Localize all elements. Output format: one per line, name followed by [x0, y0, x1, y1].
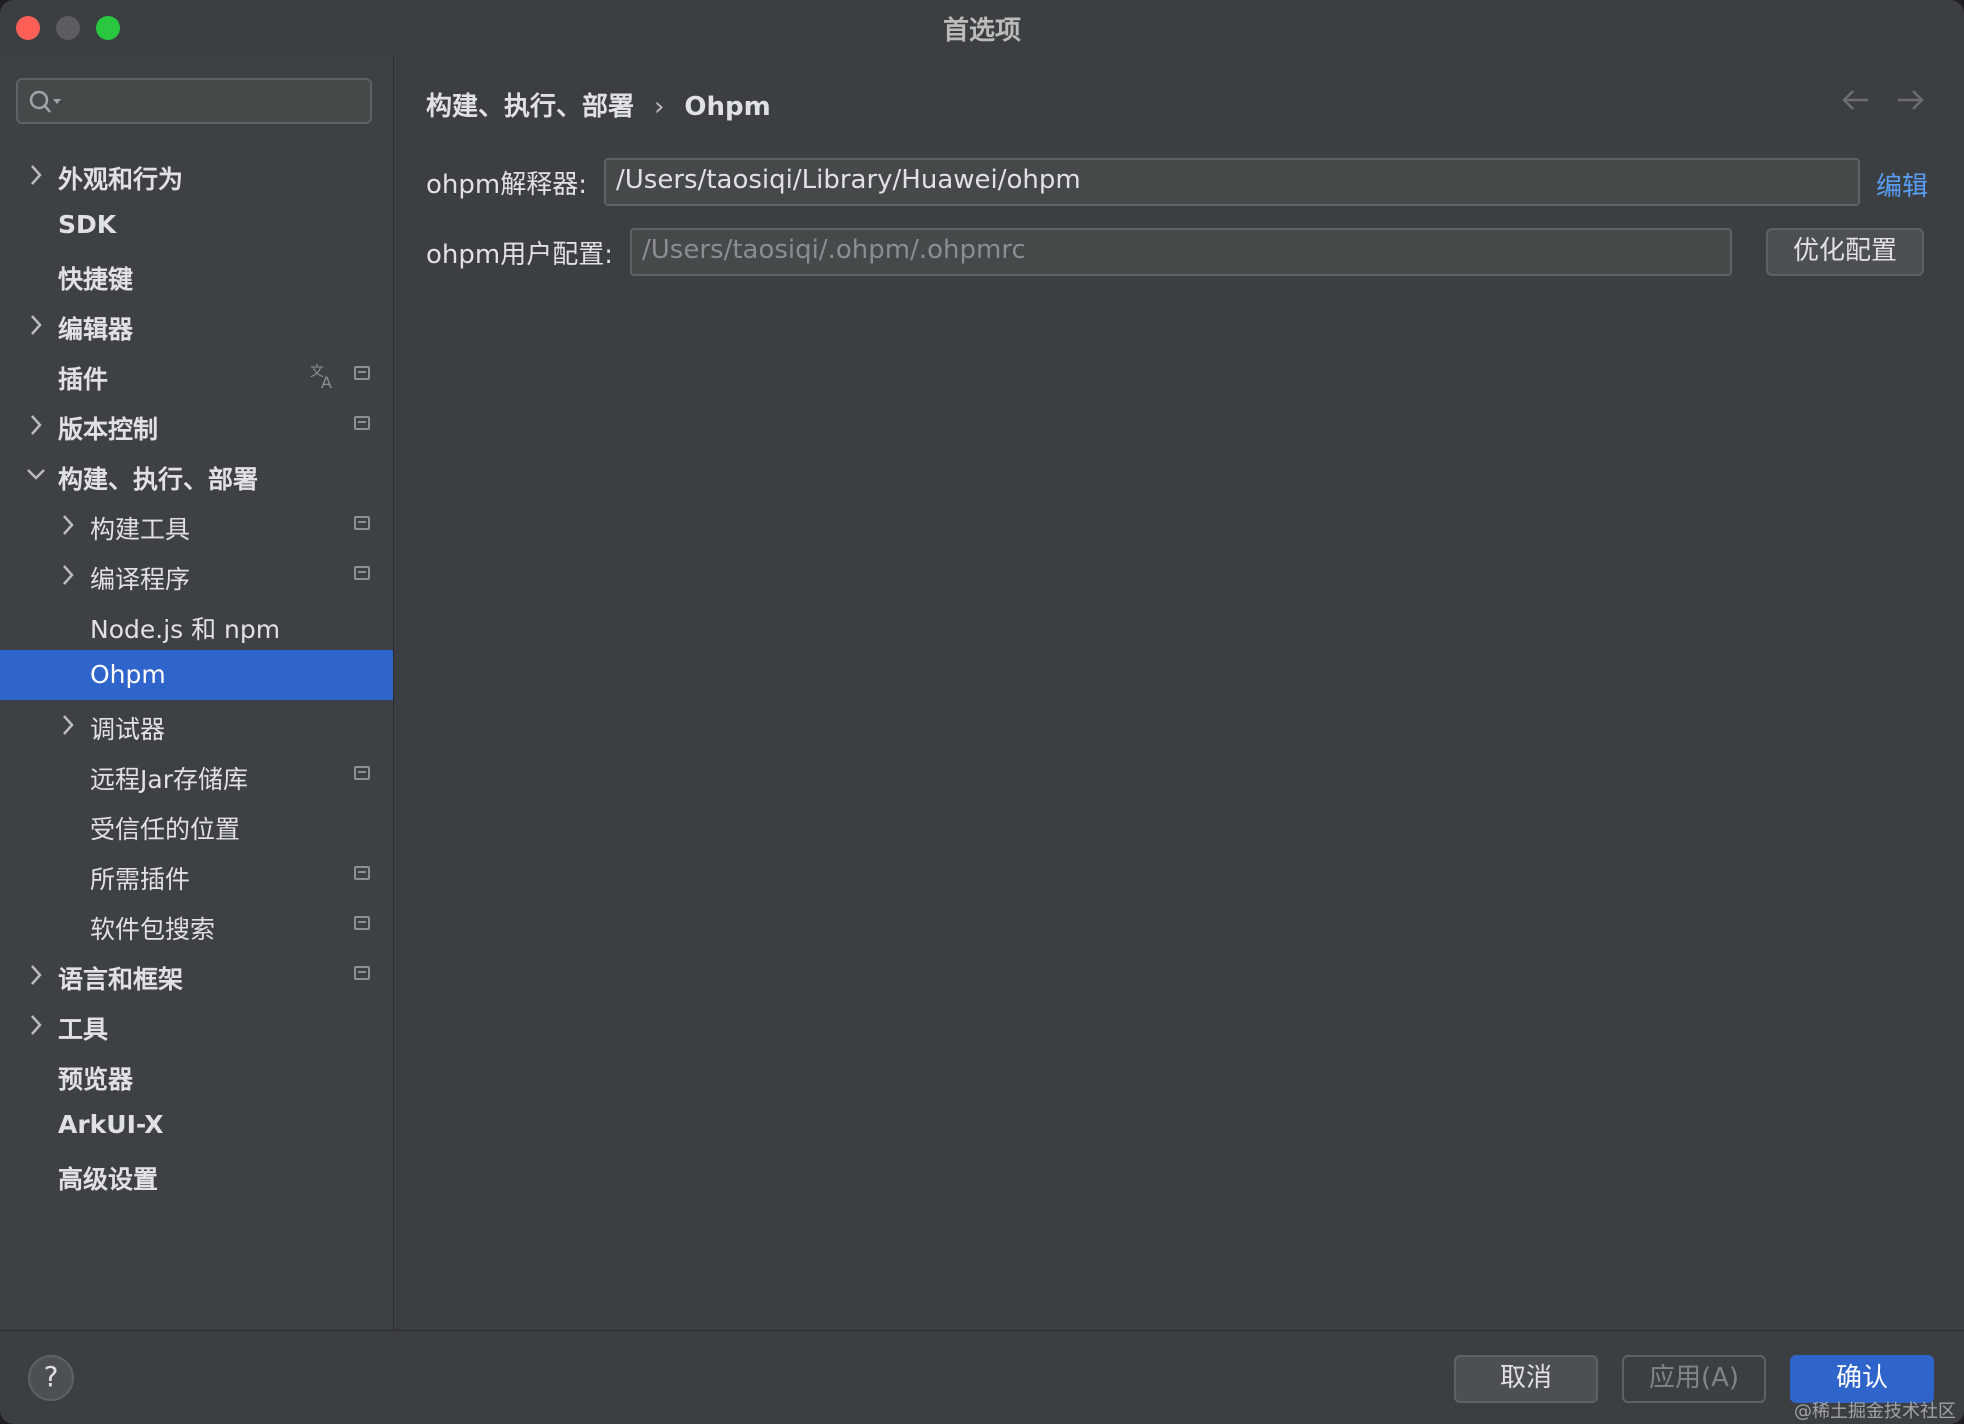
sidebar-item[interactable]: 语言和框架: [0, 950, 393, 1000]
settings-search-input[interactable]: [16, 78, 372, 124]
edit-interpreter-link[interactable]: 编辑: [1876, 166, 1928, 203]
sidebar-item-label: 受信任的位置: [90, 815, 241, 844]
sidebar-item[interactable]: 调试器: [0, 700, 393, 750]
chevron-down-icon[interactable]: [24, 461, 48, 489]
breadcrumb-current: Ohpm: [684, 92, 771, 122]
window-title: 首选项: [942, 16, 1021, 46]
ohpm-user-config-field[interactable]: /Users/taosiqi/.ohpm/.ohpmrc: [630, 228, 1732, 276]
ohpm-interpreter-field[interactable]: /Users/taosiqi/Library/Huawei/ohpm: [604, 158, 1860, 206]
sidebar-item[interactable]: 编辑器: [0, 300, 393, 350]
project-level-icon: [354, 766, 370, 780]
chevron-right-icon[interactable]: [24, 161, 48, 189]
sidebar-item[interactable]: 所需插件: [0, 850, 393, 900]
breadcrumb: 构建、执行、部署 › Ohpm: [426, 86, 771, 123]
sidebar-item-label: SDK: [58, 210, 117, 239]
chevron-right-icon[interactable]: [56, 511, 80, 539]
sidebar-item-label: 快捷键: [58, 265, 134, 294]
sidebar-item[interactable]: 编译程序: [0, 550, 393, 600]
sidebar-item[interactable]: 构建工具: [0, 500, 393, 550]
chevron-right-icon[interactable]: [24, 1011, 48, 1039]
sidebar-item[interactable]: 远程Jar存储库: [0, 750, 393, 800]
translate-icon: 文A: [310, 364, 332, 390]
sidebar-item-label: 远程Jar存储库: [90, 765, 248, 794]
sidebar-item[interactable]: 版本控制: [0, 400, 393, 450]
project-level-icon: [354, 516, 370, 530]
back-arrow-icon[interactable]: [1840, 86, 1872, 114]
sidebar-item-label: Ohpm: [90, 660, 166, 689]
sidebar-item[interactable]: 工具: [0, 1000, 393, 1050]
sidebar-item-label: Node.js 和 npm: [90, 615, 281, 644]
watermark: @稀土掘金技术社区: [1794, 1401, 1956, 1422]
project-level-icon: [354, 416, 370, 430]
dialog-footer: ? 取消 应用(A) 确认 @稀土掘金技术社区: [0, 1330, 1964, 1424]
title-bar: 首选项: [0, 0, 1964, 56]
sidebar-item-label: 语言和框架: [58, 965, 184, 994]
settings-content: 构建、执行、部署 › Ohpm ohpm解释器: /Users/taosiqi/Li…: [394, 56, 1964, 1330]
settings-tree: 外观和行为 SDK 快捷键编辑器插件 文 A 版本控制构建、执行、部署构建工具编译程序 No…: [0, 150, 393, 1200]
sidebar-item[interactable]: 软件包搜索: [0, 900, 393, 950]
sidebar-item[interactable]: Node.js 和 npm: [0, 600, 393, 650]
sidebar-item-label: 构建、执行、部署: [58, 465, 259, 494]
project-level-icon: [354, 966, 370, 980]
ohpm-user-config-label: ohpm用户配置:: [426, 240, 613, 270]
sidebar-item[interactable]: 预览器: [0, 1050, 393, 1100]
search-icon: [29, 90, 61, 113]
chevron-right-icon[interactable]: [24, 411, 48, 439]
sidebar-item[interactable]: 外观和行为: [0, 150, 393, 200]
sidebar-item[interactable]: 高级设置: [0, 1150, 393, 1200]
sidebar-item-label: 版本控制: [58, 415, 159, 444]
sidebar-item-label: ArkUI-X: [58, 1110, 164, 1139]
breadcrumb-separator: ›: [654, 92, 665, 122]
sidebar-item-label: 构建工具: [90, 515, 191, 544]
forward-arrow-icon[interactable]: [1894, 86, 1926, 114]
breadcrumb-parent[interactable]: 构建、执行、部署: [426, 92, 634, 122]
svg-text:A: A: [321, 373, 332, 390]
sidebar-item[interactable]: 受信任的位置: [0, 800, 393, 850]
sidebar-item-label: 编译程序: [90, 565, 191, 594]
sidebar-item-label: 软件包搜索: [90, 915, 216, 944]
help-button[interactable]: ?: [28, 1355, 74, 1401]
ok-button[interactable]: 确认: [1790, 1355, 1934, 1403]
sidebar-item-label: 编辑器: [58, 315, 134, 344]
sidebar-item-label: 所需插件: [90, 865, 191, 894]
sidebar-item-label: 插件: [58, 365, 109, 394]
chevron-right-icon[interactable]: [56, 711, 80, 739]
chevron-right-icon[interactable]: [24, 311, 48, 339]
sidebar-item[interactable]: Ohpm: [0, 650, 393, 700]
sidebar-item-label: 调试器: [90, 715, 166, 744]
sidebar-item[interactable]: 构建、执行、部署: [0, 450, 393, 500]
optimize-config-button[interactable]: 优化配置: [1766, 228, 1924, 276]
chevron-right-icon[interactable]: [56, 561, 80, 589]
sidebar-item-label: 工具: [58, 1015, 109, 1044]
sidebar-item[interactable]: SDK: [0, 200, 393, 250]
project-level-icon: [354, 866, 370, 880]
sidebar-item-label: 高级设置: [58, 1165, 159, 1194]
sidebar-item[interactable]: 快捷键: [0, 250, 393, 300]
chevron-right-icon[interactable]: [24, 961, 48, 989]
apply-button[interactable]: 应用(A): [1622, 1355, 1766, 1403]
preferences-window: 首选项 外观和行为 SDK 快捷键 编辑器 插件文 A 版本控制 构建、执行、部署 构建工具 编译…: [0, 0, 1964, 1424]
project-level-icon: [354, 566, 370, 580]
settings-sidebar: 外观和行为 SDK 快捷键编辑器插件 文 A 版本控制构建、执行、部署构建工具编译程序 No…: [0, 56, 394, 1330]
cancel-button[interactable]: 取消: [1454, 1355, 1598, 1403]
sidebar-item[interactable]: 插件 文 A: [0, 350, 393, 400]
sidebar-item-label: 预览器: [58, 1065, 134, 1094]
project-level-icon: [354, 916, 370, 930]
project-level-icon: [354, 366, 370, 380]
sidebar-item-label: 外观和行为: [58, 165, 184, 194]
sidebar-item[interactable]: ArkUI-X: [0, 1100, 393, 1150]
ohpm-interpreter-label: ohpm解释器:: [426, 170, 587, 200]
